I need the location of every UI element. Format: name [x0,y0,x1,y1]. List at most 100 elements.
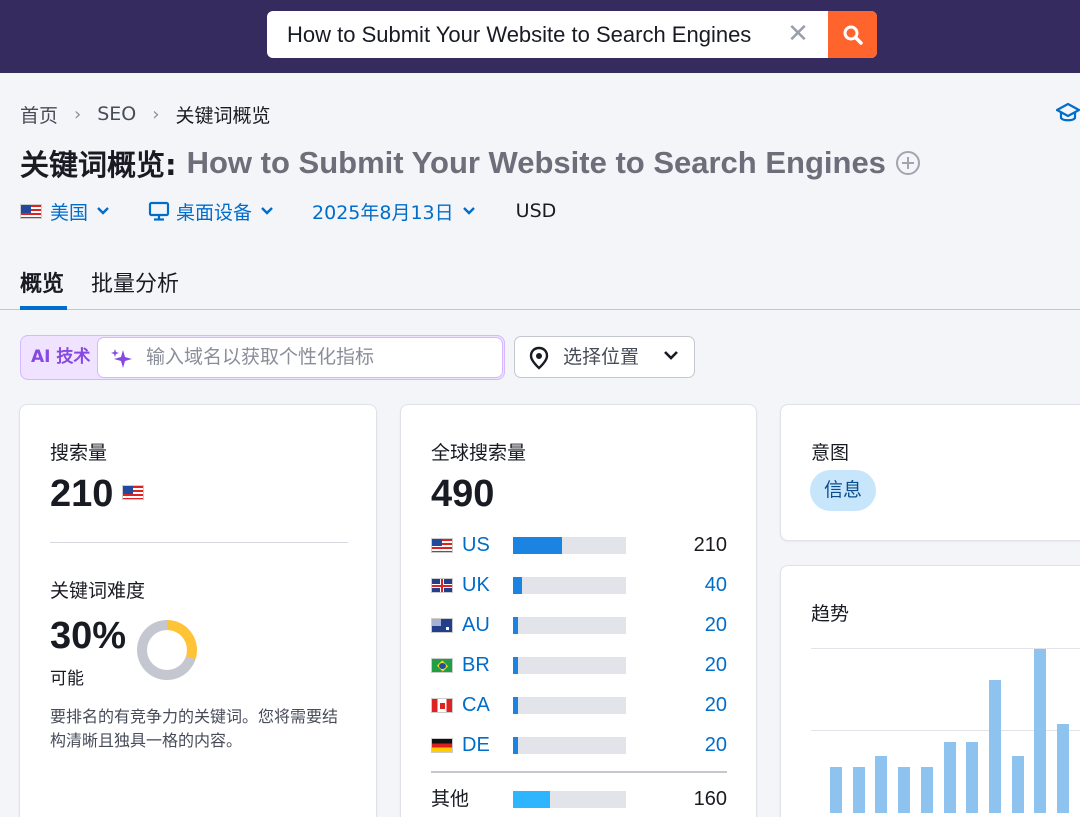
country-bar [513,657,626,674]
other-countries-row: 其他 160 [431,787,727,811]
trend-bar[interactable] [966,742,979,813]
trend-bar[interactable] [830,767,842,813]
device-filter[interactable]: 桌面设备 [148,198,274,225]
breadcrumb: 首页 › SEO › 关键词概览 [20,100,270,128]
volume-value: 210 [50,473,114,515]
currency-label: USD [515,200,557,222]
page-title-prefix: 关键词概览: [20,148,177,182]
volume-card: 搜索量 210 关键词难度 30% 可能 要排名的有竞争力的关键词。您将需要结构… [19,404,377,817]
breadcrumb-home[interactable]: 首页 [20,101,58,128]
country-code[interactable]: CA [462,693,490,717]
clear-icon[interactable]: ✕ [783,11,813,58]
country-bar-fill [513,537,562,554]
other-bar [513,791,626,808]
trend-bar[interactable] [988,680,1001,813]
ai-badge: AI 技术 [31,347,91,367]
us-flag-icon [20,203,42,219]
global-volume-card: 全球搜索量 490 US 210 UK 40 AU 20 BR 20 CA 20… [400,404,757,817]
country-bar-fill [513,697,518,714]
trend-bar[interactable] [852,767,865,813]
intent-title: 意图 [811,442,850,464]
domain-input[interactable]: 输入域名以获取个性化指标 [97,337,503,378]
intent-card: 意图 信息 [780,404,1080,541]
country-code[interactable]: DE [462,733,490,757]
country-row: AU 20 [431,613,727,637]
country-value[interactable]: 20 [705,653,727,677]
tabs-bar: 概览 批量分析 [0,258,1080,310]
country-code[interactable]: BR [462,653,490,677]
us-flag-icon [431,538,453,553]
breadcrumb-current: 关键词概览 [175,104,271,127]
difficulty-donut [137,620,197,680]
country-bar [513,577,626,594]
trend-bar[interactable] [1011,755,1024,813]
tab-overview[interactable]: 概览 [20,266,64,298]
filters-bar: 美国 桌面设备 2025年8月13日 USD [20,196,556,226]
ai-domain-box: AI 技术 输入域名以获取个性化指标 [20,335,505,380]
trend-bar[interactable] [1034,649,1047,813]
trend-bar[interactable] [920,767,933,813]
trend-bar[interactable] [875,755,888,813]
country-bar-fill [513,577,523,594]
country-value[interactable]: 20 [705,613,727,637]
country-value[interactable]: 20 [705,693,727,717]
country-bar-fill [513,657,518,674]
country-row: BR 20 [431,653,727,677]
country-value[interactable]: 20 [705,733,727,757]
country-code[interactable]: US [462,533,490,557]
difficulty-level: 可能 [50,669,84,689]
country-filter[interactable]: 美国 [20,198,110,225]
country-value: 210 [693,534,727,556]
country-bar [513,617,626,634]
de-flag-icon [431,738,453,753]
country-value[interactable]: 40 [705,573,727,597]
difficulty-title: 关键词难度 [50,580,146,602]
difficulty-description: 要排名的有竞争力的关键词。您将需要结构清晰且独具一格的内容。 [50,707,339,750]
domain-input-placeholder: 输入域名以获取个性化指标 [146,346,375,368]
us-flag-icon [122,485,144,500]
page-title-keyword: How to Submit Your Website to Search Eng… [186,145,886,180]
active-tab-indicator [20,306,67,310]
intent-badge: 信息 [810,470,877,511]
sparkle-icon [111,349,132,368]
search-box[interactable]: How to Submit Your Website to Search Eng… [267,11,877,58]
breadcrumb-seo[interactable]: SEO [97,103,136,125]
trend-bar[interactable] [898,767,911,813]
device-label: 桌面设备 [176,201,253,224]
ca-flag-icon [431,698,453,713]
date-filter[interactable]: 2025年8月13日 [312,198,476,225]
trend-bar[interactable] [943,742,956,813]
other-bar-fill [513,791,551,808]
chevron-down-icon [664,351,678,360]
country-label: 美国 [50,201,89,224]
divider [431,771,727,773]
search-input[interactable]: How to Submit Your Website to Search Eng… [287,11,751,58]
search-button[interactable] [828,11,877,58]
country-code[interactable]: UK [462,573,490,597]
chevron-down-icon [462,207,475,215]
add-circle-icon[interactable] [895,151,920,175]
country-row: US 210 [431,533,727,557]
other-value: 160 [693,788,727,810]
graduation-cap-icon[interactable] [1056,102,1080,124]
au-flag-icon [431,618,453,633]
location-select[interactable]: 选择位置 [514,336,695,378]
country-row: CA 20 [431,693,727,717]
country-bar [513,697,626,714]
location-pin-icon [529,346,549,370]
chevron-right-icon: › [74,103,82,125]
divider [50,542,348,543]
trend-bar[interactable] [1057,724,1069,813]
trend-chart [781,566,1080,817]
chevron-down-icon [261,207,273,215]
br-flag-icon [431,658,453,673]
top-bar: How to Submit Your Website to Search Eng… [0,0,1080,73]
tab-bulk-analysis[interactable]: 批量分析 [91,266,179,298]
difficulty-value: 30% [50,615,127,657]
country-bar [513,737,626,754]
country-bar-fill [513,737,518,754]
desktop-icon [148,201,170,221]
country-row: UK 40 [431,573,727,597]
country-bar [513,537,626,554]
country-code[interactable]: AU [462,613,490,637]
